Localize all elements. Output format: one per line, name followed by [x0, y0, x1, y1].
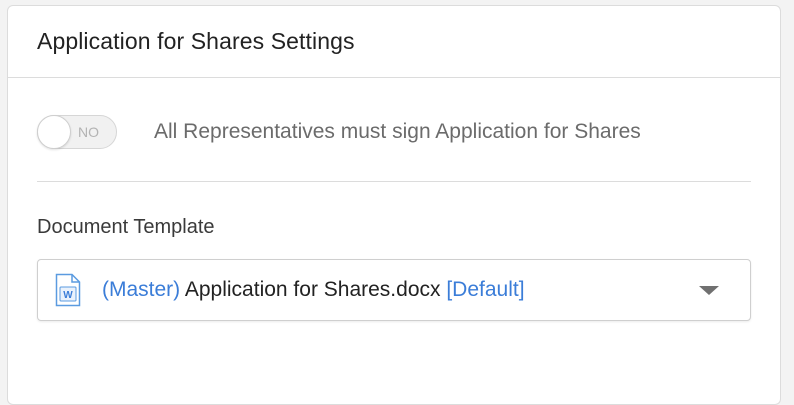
settings-panel: Application for Shares Settings NO All R… [7, 5, 781, 405]
template-filename: Application for Shares.docx [184, 278, 441, 301]
word-document-icon: W [55, 273, 81, 307]
svg-text:W: W [63, 290, 73, 301]
caret-down-icon[interactable] [699, 286, 719, 295]
document-template-label: Document Template [37, 216, 215, 238]
toggle-state-text: NO [78, 124, 99, 140]
template-default-suffix: [Default] [446, 278, 525, 301]
panel-header: Application for Shares Settings [8, 6, 780, 78]
panel-title: Application for Shares Settings [37, 28, 355, 54]
selected-template: (Master) Application for Shares.docx [De… [102, 278, 525, 302]
signature-toggle-row: NO All Representatives must sign Applica… [37, 114, 641, 150]
divider [37, 181, 751, 182]
all-representatives-sign-toggle[interactable]: NO [37, 115, 117, 149]
toggle-label: All Representatives must sign Applicatio… [154, 120, 641, 143]
toggle-knob[interactable] [37, 115, 71, 149]
template-master-prefix: (Master) [102, 278, 181, 301]
document-template-select[interactable]: W (Master) Application for Shares.docx [… [37, 259, 751, 321]
